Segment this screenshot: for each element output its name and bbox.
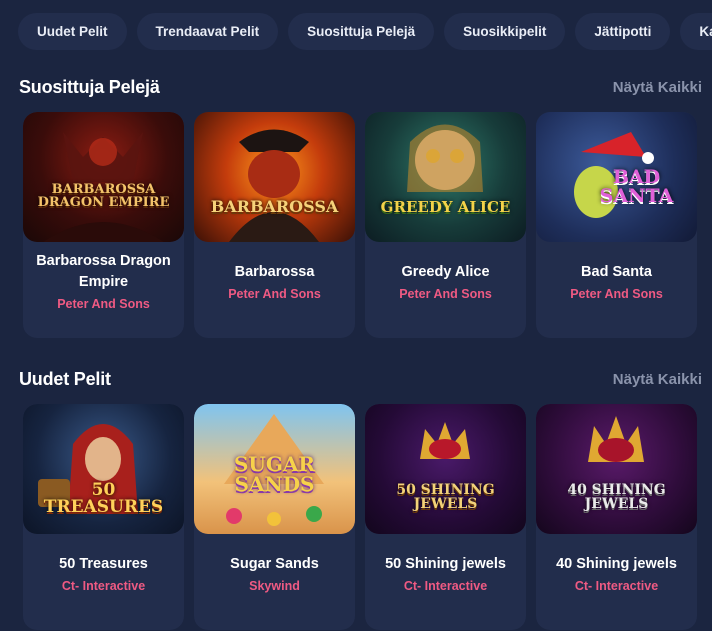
- game-provider: Ct- Interactive: [61, 578, 146, 593]
- crown-art-icon: [588, 416, 644, 462]
- pirate-art-icon: [229, 129, 319, 242]
- tab-kaikki-kolikkopelit[interactable]: Kaikki Kolikkopelit: [680, 13, 712, 50]
- show-all-link[interactable]: Näytä Kaikki: [613, 79, 702, 96]
- tab-uudet-pelit[interactable]: Uudet Pelit: [18, 13, 127, 50]
- tab-suosikkipelit[interactable]: Suosikkipelit: [444, 13, 566, 50]
- game-title: 50 Treasures: [59, 555, 148, 572]
- game-cards-row: 50 TREASURES 50 Treasures Ct- Interactiv…: [23, 404, 697, 630]
- game-card-greedy-alice[interactable]: GREEDY ALICE Greedy Alice Peter And Sons: [365, 112, 526, 338]
- game-card-barbarossa[interactable]: BARBAROSSA Barbarossa Peter And Sons: [194, 112, 355, 338]
- game-title: Bad Santa: [581, 263, 652, 280]
- category-tabs: Uudet Pelit Trendaavat Pelit Suosittuja …: [18, 13, 712, 50]
- alice-art-icon: [407, 124, 483, 192]
- game-logo: BARBAROSSA DRAGON EMPIRE: [37, 182, 170, 210]
- game-logo: GREEDY ALICE: [380, 197, 511, 216]
- game-title: 40 Shining jewels: [556, 555, 677, 572]
- game-title: Barbarossa Dragon Empire: [36, 253, 171, 290]
- game-logo: 50 SHINING JEWELS: [396, 481, 495, 512]
- game-thumbnail: BAD SANTA: [536, 112, 697, 242]
- game-card-50-shining-jewels[interactable]: 50 SHINING JEWELS 50 Shining jewels Ct- …: [365, 404, 526, 630]
- tab-trendaavat-pelit[interactable]: Trendaavat Pelit: [136, 13, 279, 50]
- game-provider: Peter And Sons: [57, 297, 150, 311]
- game-thumbnail: SUGAR SANDS: [194, 404, 355, 534]
- game-provider: Ct- Interactive: [403, 578, 488, 593]
- game-logo: BARBAROSSA: [210, 197, 339, 216]
- dragon-art-icon: [43, 132, 164, 242]
- game-title: 50 Shining jewels: [385, 555, 506, 572]
- game-card-50-treasures[interactable]: 50 TREASURES 50 Treasures Ct- Interactiv…: [23, 404, 184, 630]
- card-info: Barbarossa Dragon Empire Peter And Sons: [23, 248, 184, 314]
- game-provider: Skywind: [249, 578, 300, 593]
- card-info: Barbarossa Peter And Sons: [194, 248, 355, 314]
- game-logo: SUGAR SANDS: [233, 452, 316, 496]
- card-info: 50 Treasures Ct- Interactive: [23, 540, 184, 606]
- game-thumbnail: GREEDY ALICE: [365, 112, 526, 242]
- game-card-40-shining-jewels[interactable]: 40 SHINING JEWELS 40 Shining jewels Ct- …: [536, 404, 697, 630]
- game-thumbnail: BARBAROSSA DRAGON EMPIRE: [23, 112, 184, 242]
- card-info: 50 Shining jewels Ct- Interactive: [365, 540, 526, 606]
- game-logo: 40 SHINING JEWELS: [567, 481, 666, 512]
- game-provider: Peter And Sons: [399, 286, 492, 301]
- card-info: Greedy Alice Peter And Sons: [365, 248, 526, 314]
- game-title: Sugar Sands: [230, 555, 319, 572]
- card-info: Sugar Sands Skywind: [194, 540, 355, 606]
- game-title: Greedy Alice: [401, 263, 490, 280]
- section-title: Uudet Pelit: [19, 368, 111, 389]
- game-provider: Ct- Interactive: [574, 578, 659, 593]
- game-card-sugar-sands[interactable]: SUGAR SANDS Sugar Sands Skywind: [194, 404, 355, 630]
- game-provider: Peter And Sons: [228, 286, 321, 301]
- game-card-bad-santa[interactable]: BAD SANTA Bad Santa Peter And Sons: [536, 112, 697, 338]
- section-header: Suosittuja Pelejä Näytä Kaikki: [19, 75, 702, 99]
- game-logo: 50 TREASURES: [43, 480, 164, 517]
- card-info: 40 Shining jewels Ct- Interactive: [536, 540, 697, 606]
- game-card-barbarossa-dragon-empire[interactable]: BARBAROSSA DRAGON EMPIRE Barbarossa Drag…: [23, 112, 184, 338]
- game-thumbnail: 50 SHINING JEWELS: [365, 404, 526, 534]
- section-header: Uudet Pelit Näytä Kaikki: [19, 367, 702, 391]
- tab-jattipotti[interactable]: Jättipotti: [575, 13, 671, 50]
- crown-art-icon: [420, 422, 470, 459]
- game-thumbnail: BARBAROSSA: [194, 112, 355, 242]
- tab-suosittuja-peleja[interactable]: Suosittuja Pelejä: [288, 13, 435, 50]
- game-provider: Peter And Sons: [570, 286, 663, 301]
- game-title: Barbarossa: [234, 263, 315, 280]
- section-title: Suosittuja Pelejä: [19, 76, 160, 97]
- game-thumbnail: 50 TREASURES: [23, 404, 184, 534]
- game-cards-row: BARBAROSSA DRAGON EMPIRE Barbarossa Drag…: [23, 112, 697, 338]
- game-logo: BAD SANTA: [599, 166, 674, 207]
- game-thumbnail: 40 SHINING JEWELS: [536, 404, 697, 534]
- card-info: Bad Santa Peter And Sons: [536, 248, 697, 314]
- show-all-link[interactable]: Näytä Kaikki: [613, 371, 702, 388]
